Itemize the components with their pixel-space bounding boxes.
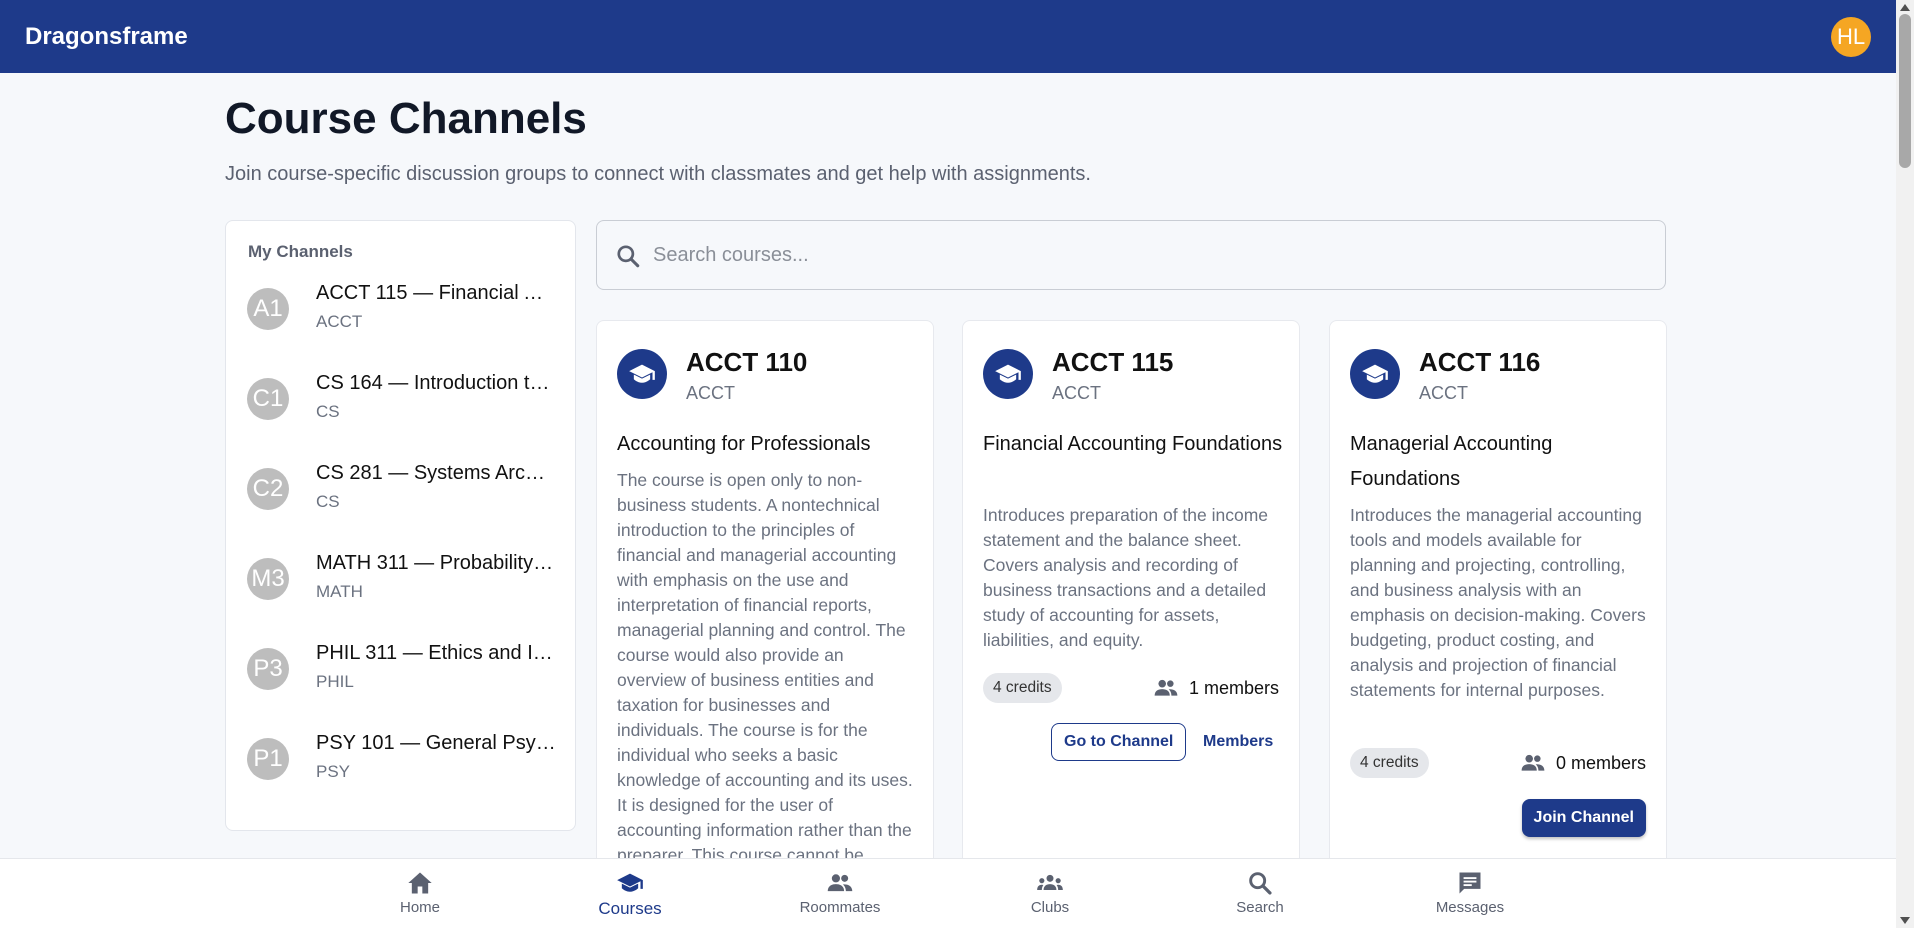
groups-icon	[1037, 874, 1063, 890]
channel-name: PHIL 311 — Ethics and Information Techno…	[316, 642, 556, 664]
course-dept: ACCT	[686, 383, 735, 403]
page-title: Course Channels	[225, 94, 587, 143]
course-card: ACCT 116 ACCT Managerial Accounting Foun…	[1329, 320, 1667, 920]
member-count-label: 0 members	[1555, 752, 1646, 773]
channel-dept: CS	[316, 492, 340, 511]
people-icon	[827, 874, 853, 892]
user-avatar[interactable]: HL	[1831, 16, 1871, 57]
nav-home[interactable]: Home	[360, 869, 480, 916]
channel-avatar: C2	[247, 468, 289, 510]
course-card: ACCT 115 ACCT Financial Accounting Found…	[962, 320, 1300, 920]
nav-label: Messages	[1435, 899, 1505, 916]
course-description: Introduces preparation of the income sta…	[983, 505, 1269, 650]
my-channels-panel: My Channels A1 ACCT 115 — Financial Acco…	[225, 220, 576, 831]
app-brand[interactable]: Dragonsframe	[25, 23, 188, 51]
channel-dept: PHIL	[316, 672, 354, 691]
channel-name: PSY 101 — General Psychology	[316, 732, 556, 754]
nav-messages[interactable]: Messages	[1410, 869, 1530, 916]
course-description: The course is open only to non-business …	[617, 470, 913, 865]
credits-chip: 4 credits	[1350, 748, 1429, 778]
channel-avatar: C1	[247, 378, 289, 420]
channel-name: ACCT 115 — Financial Accounting Foundati…	[316, 282, 556, 304]
go-to-channel-button[interactable]: Go to Channel	[1051, 723, 1187, 761]
channel-item[interactable]: M3 MATH 311 — Probability and Statistics…	[226, 544, 575, 624]
credits-chip: 4 credits	[983, 673, 1062, 703]
course-card: ACCT 110 ACCT Accounting for Professiona…	[596, 320, 934, 920]
nav-label: Clubs	[1030, 899, 1070, 916]
course-dept: ACCT	[1052, 383, 1101, 403]
nav-clubs[interactable]: Clubs	[990, 869, 1110, 916]
search-input[interactable]	[653, 235, 1643, 275]
channel-avatar: P3	[247, 648, 289, 690]
course-title: Financial Accounting Foundations	[983, 433, 1283, 455]
channel-avatar: P1	[247, 738, 289, 780]
my-channels-title: My Channels	[248, 242, 353, 261]
home-icon	[408, 872, 432, 894]
app-bar: Dragonsframe HL	[0, 0, 1896, 73]
channel-dept: CS	[316, 402, 340, 421]
member-count-label: 1 members	[1188, 677, 1279, 698]
course-search[interactable]	[596, 220, 1666, 290]
graduation-cap-icon	[617, 349, 667, 399]
graduation-cap-icon	[1350, 349, 1400, 399]
people-icon	[1521, 754, 1545, 771]
bottom-navigation: Home Courses Roommates Clubs Search Mess…	[0, 858, 1896, 928]
nav-label: Home	[399, 899, 440, 916]
course-code: ACCT 116	[1419, 347, 1541, 377]
people-icon	[1154, 679, 1178, 696]
nav-label: Courses	[598, 899, 662, 918]
message-icon	[1459, 872, 1481, 894]
member-count: 1 members	[1153, 675, 1279, 701]
channel-dept: MATH	[316, 582, 363, 601]
nav-courses[interactable]: Courses	[570, 869, 690, 919]
nav-label: Roommates	[799, 899, 881, 916]
nav-roommates[interactable]: Roommates	[780, 869, 900, 916]
page-subtitle: Join course-specific discussion groups t…	[225, 163, 1091, 185]
nav-search[interactable]: Search	[1200, 869, 1320, 916]
channel-name: CS 164 — Introduction to Computer Scienc…	[316, 372, 556, 394]
channel-dept: PSY	[316, 762, 351, 781]
channel-item[interactable]: P3 PHIL 311 — Ethics and Information Tec…	[226, 634, 575, 714]
channel-avatar: A1	[247, 288, 289, 330]
channel-dept: ACCT	[316, 312, 363, 331]
scroll-down-arrow-icon[interactable]	[1900, 917, 1910, 924]
course-code: ACCT 110	[686, 347, 808, 377]
scroll-thumb[interactable]	[1899, 14, 1911, 168]
course-description: Introduces the managerial accounting too…	[1350, 505, 1646, 700]
channel-item[interactable]: A1 ACCT 115 — Financial Accounting Found…	[226, 274, 575, 354]
search-icon	[617, 245, 640, 268]
course-code: ACCT 115	[1052, 347, 1174, 377]
course-title: Accounting for Professionals	[617, 433, 871, 455]
join-channel-button[interactable]: Join Channel	[1521, 799, 1646, 837]
graduation-cap-icon	[617, 873, 643, 892]
channel-avatar: M3	[247, 558, 289, 600]
channel-item[interactable]: C2 CS 281 — Systems Architecture CS	[226, 454, 575, 534]
course-dept: ACCT	[1419, 383, 1468, 403]
member-count: 0 members	[1520, 750, 1646, 776]
page-scrollbar[interactable]	[1896, 0, 1914, 928]
scroll-up-arrow-icon[interactable]	[1900, 4, 1910, 11]
nav-label: Search	[1236, 899, 1284, 916]
members-button[interactable]: Members	[1191, 723, 1285, 761]
graduation-cap-icon	[983, 349, 1033, 399]
channel-item[interactable]: C1 CS 164 — Introduction to Computer Sci…	[226, 364, 575, 444]
channel-name: CS 281 — Systems Architecture	[316, 462, 556, 484]
channel-name: MATH 311 — Probability and Statistics	[316, 552, 556, 574]
channel-item[interactable]: P1 PSY 101 — General Psychology PSY	[226, 724, 575, 804]
search-icon	[1249, 872, 1272, 895]
course-title: Managerial Accounting Foundations	[1350, 433, 1553, 490]
